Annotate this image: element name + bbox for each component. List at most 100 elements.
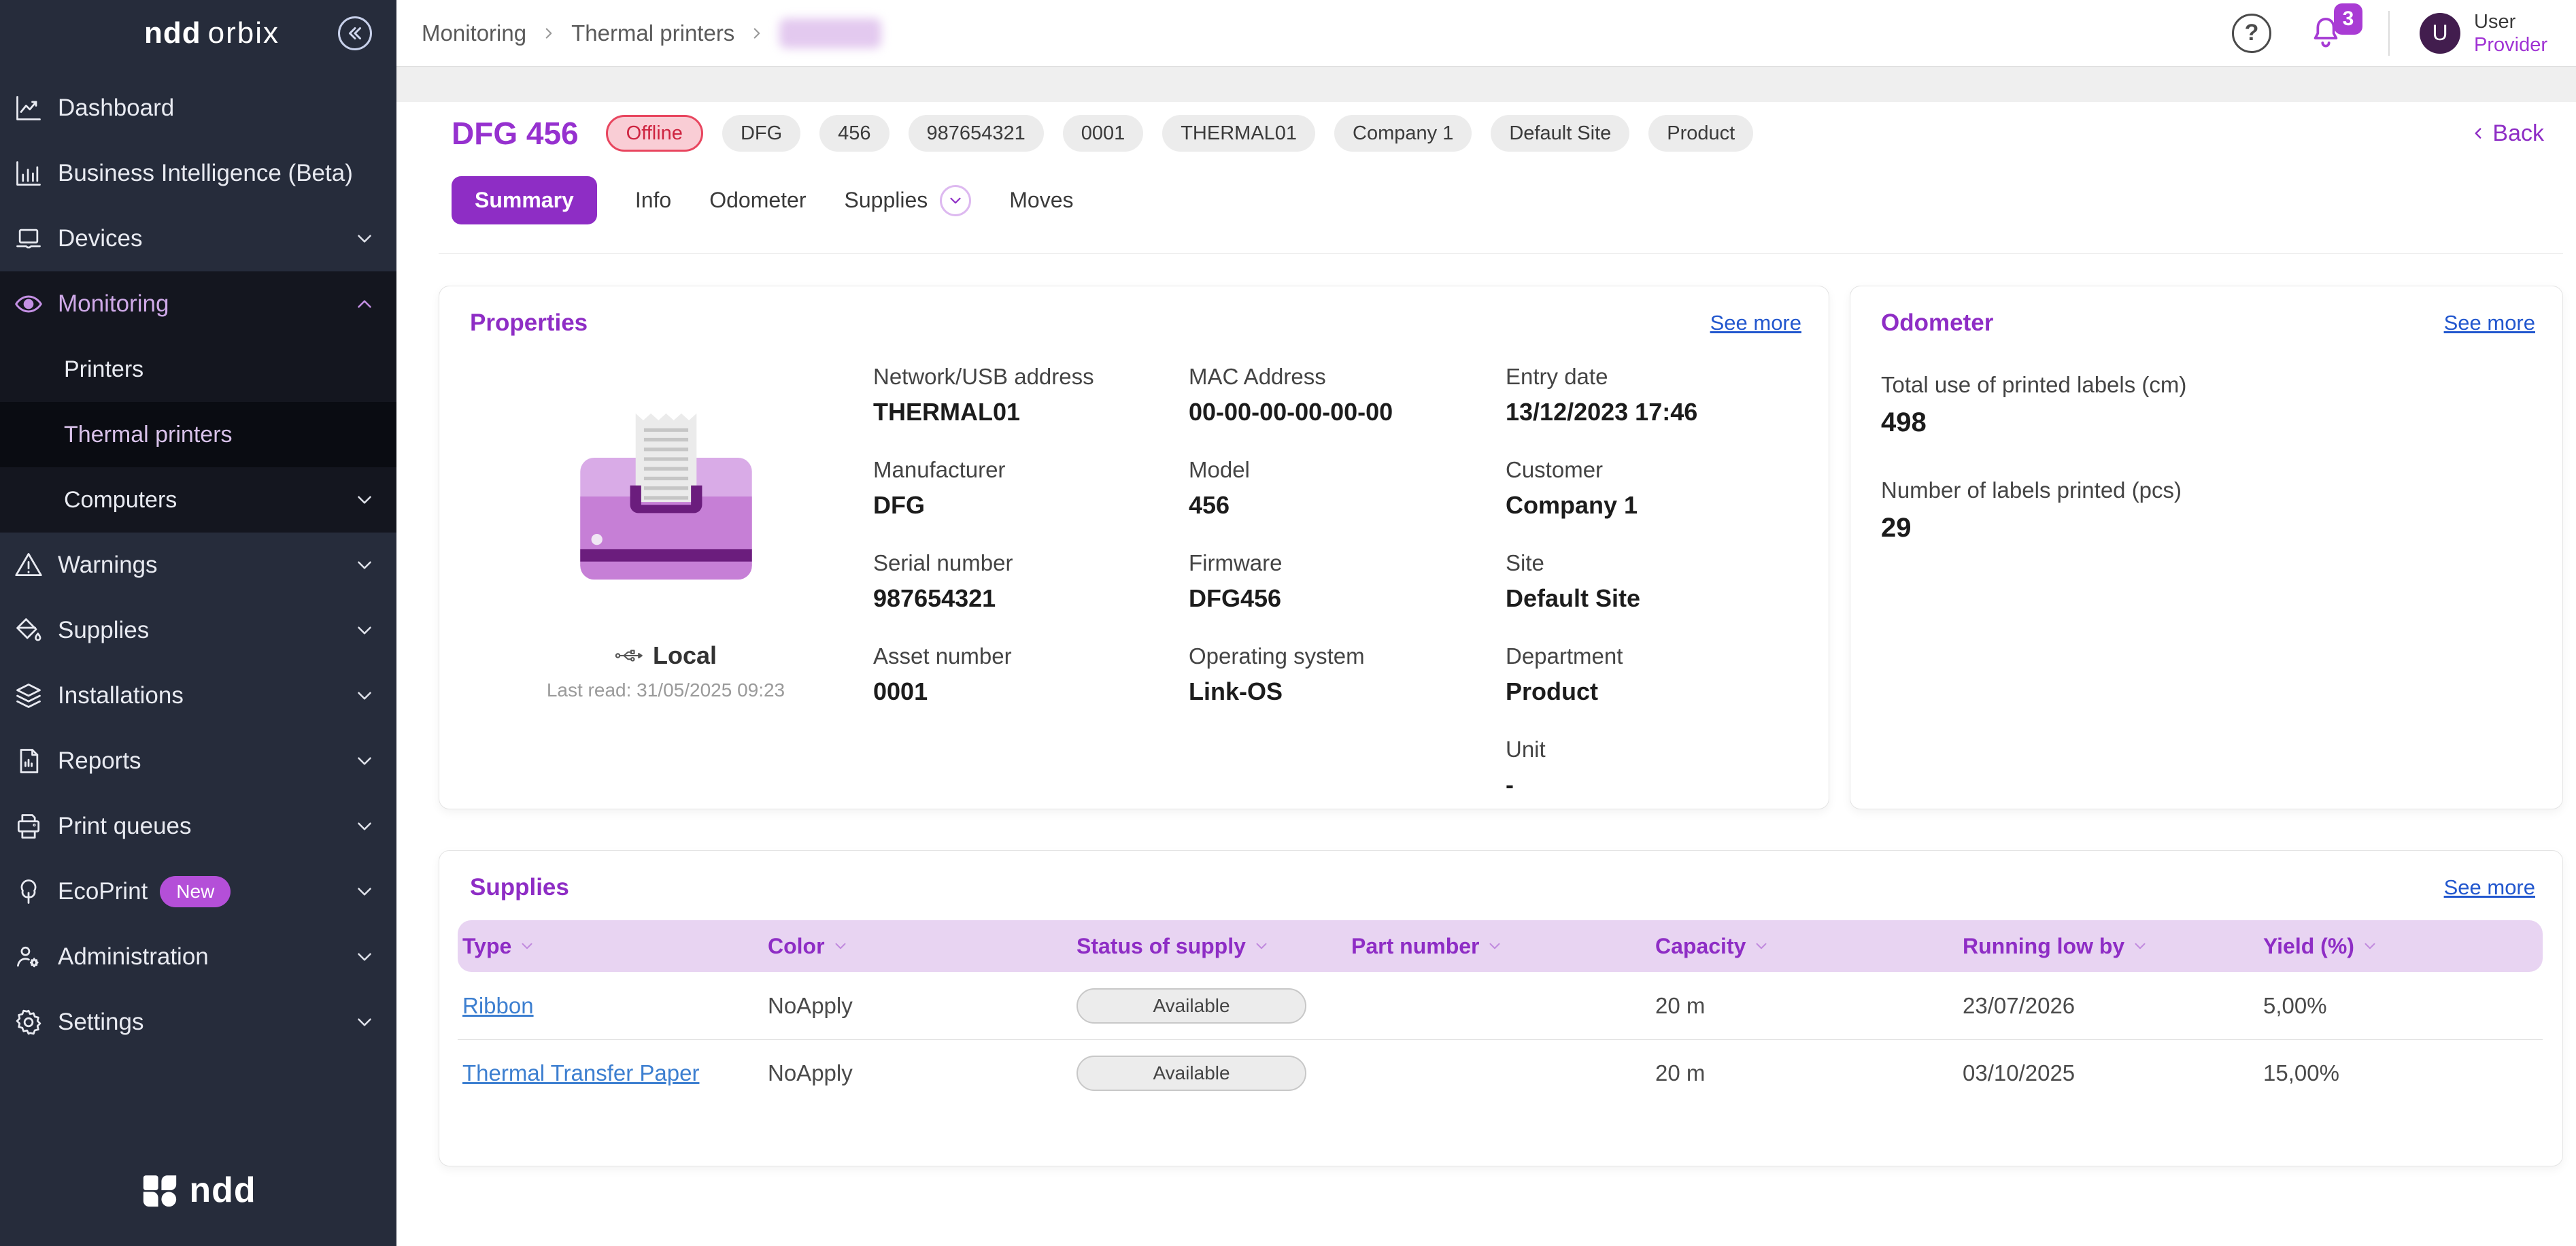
sidebar-item-printers[interactable]: Printers bbox=[0, 337, 396, 402]
chevron-down-icon bbox=[353, 554, 376, 577]
sidebar-item-label: Devices bbox=[58, 225, 142, 252]
column-label: Running low by bbox=[1963, 934, 2124, 959]
column-header-type[interactable]: Type bbox=[462, 934, 768, 959]
usb-icon bbox=[615, 645, 643, 666]
sidebar-item-business-intelligence[interactable]: Business Intelligence (Beta) bbox=[0, 141, 396, 206]
sidebar-item-label: Print queues bbox=[58, 813, 192, 840]
sidebar-item-ecoprint[interactable]: EcoPrint New bbox=[0, 859, 396, 924]
field-value: Company 1 bbox=[1506, 491, 1815, 520]
field-label: Site bbox=[1506, 550, 1815, 576]
sidebar-item-supplies[interactable]: Supplies bbox=[0, 598, 396, 663]
tab-supplies[interactable]: Supplies bbox=[845, 185, 972, 216]
supply-running-low-by: 03/10/2025 bbox=[1963, 1060, 2263, 1086]
metric-label: Total use of printed labels (cm) bbox=[1881, 372, 2535, 398]
user-menu[interactable]: U User Provider bbox=[2420, 10, 2547, 56]
column-header-status[interactable]: Status of supply bbox=[1077, 934, 1351, 959]
sidebar-item-settings[interactable]: Settings bbox=[0, 990, 396, 1055]
field-label: Model bbox=[1189, 457, 1506, 483]
sidebar-item-label: Dashboard bbox=[58, 95, 174, 122]
column-header-color[interactable]: Color bbox=[768, 934, 1077, 959]
tab-info[interactable]: Info bbox=[635, 188, 671, 213]
sidebar-item-print-queues[interactable]: Print queues bbox=[0, 794, 396, 859]
tag-serial: 987654321 bbox=[909, 115, 1044, 152]
tab-label: Supplies bbox=[845, 188, 928, 213]
breadcrumb: Monitoring Thermal printers bbox=[422, 18, 881, 48]
odometer-card-header: Odometer See more bbox=[1850, 286, 2562, 337]
avatar: U bbox=[2420, 13, 2460, 54]
supply-status-badge: Available bbox=[1077, 1056, 1306, 1091]
field-operating-system: Operating system Link-OS bbox=[1189, 643, 1506, 706]
field-value: 987654321 bbox=[873, 584, 1189, 613]
sort-chevron-icon bbox=[832, 937, 849, 955]
sidebar-item-computers[interactable]: Computers bbox=[0, 467, 396, 533]
chevron-left-icon bbox=[2469, 124, 2487, 142]
back-button[interactable]: Back bbox=[2469, 120, 2544, 147]
metric-value: 29 bbox=[1881, 513, 2535, 543]
tab-moves[interactable]: Moves bbox=[1009, 188, 1073, 213]
sidebar-item-warnings[interactable]: Warnings bbox=[0, 533, 396, 598]
supplies-title: Supplies bbox=[470, 874, 569, 901]
supplies-table-header: Type Color Status of supply Part number bbox=[458, 920, 2543, 972]
page-content: DFG 456 Offline DFG 456 987654321 0001 T… bbox=[396, 102, 2576, 1246]
sidebar-item-label: Reports bbox=[58, 747, 141, 775]
sidebar-header: ndd orbix bbox=[0, 0, 396, 66]
sort-chevron-icon bbox=[1253, 937, 1270, 955]
help-button[interactable]: ? bbox=[2232, 14, 2271, 53]
sidebar-collapse-button[interactable] bbox=[338, 16, 372, 50]
sidebar-item-label: Thermal printers bbox=[64, 422, 233, 448]
field-label: Manufacturer bbox=[873, 457, 1189, 483]
supply-status-badge: Available bbox=[1077, 988, 1306, 1024]
laptop-icon bbox=[13, 223, 44, 254]
sort-chevron-icon bbox=[1486, 937, 1504, 955]
app-logo: ndd orbix bbox=[144, 16, 279, 50]
sidebar-item-administration[interactable]: Administration bbox=[0, 924, 396, 990]
sidebar-item-thermal-printers[interactable]: Thermal printers bbox=[0, 402, 396, 467]
field-firmware: Firmware DFG456 bbox=[1189, 550, 1506, 613]
supplies-card: Supplies See more Type Color Status of s… bbox=[439, 850, 2563, 1166]
tag-asset: 0001 bbox=[1063, 115, 1144, 152]
sidebar-item-label: Supplies bbox=[58, 617, 149, 644]
sort-chevron-icon bbox=[2131, 937, 2149, 955]
tab-summary[interactable]: Summary bbox=[452, 176, 597, 224]
breadcrumb-thermal-printers[interactable]: Thermal printers bbox=[571, 20, 734, 46]
page-title: DFG 456 bbox=[452, 115, 579, 152]
sidebar-item-label: Business Intelligence (Beta) bbox=[58, 160, 353, 187]
column-header-capacity[interactable]: Capacity bbox=[1655, 934, 1963, 959]
field-value: Link-OS bbox=[1189, 677, 1506, 706]
field-value: 00-00-00-00-00-00 bbox=[1189, 398, 1506, 426]
supplies-see-more-link[interactable]: See more bbox=[2444, 875, 2535, 900]
odometer-see-more-link[interactable]: See more bbox=[2444, 311, 2535, 335]
field-model: Model 456 bbox=[1189, 457, 1506, 520]
field-value: Default Site bbox=[1506, 584, 1815, 613]
sidebar-item-dashboard[interactable]: Dashboard bbox=[0, 75, 396, 141]
sidebar-group-monitoring: Monitoring Printers Thermal printers Com… bbox=[0, 271, 396, 533]
tag-model: 456 bbox=[819, 115, 889, 152]
sidebar-item-devices[interactable]: Devices bbox=[0, 206, 396, 271]
supplies-dropdown-button[interactable] bbox=[940, 185, 971, 216]
properties-see-more-link[interactable]: See more bbox=[1710, 311, 1801, 335]
column-header-running-low-by[interactable]: Running low by bbox=[1963, 934, 2263, 959]
sidebar-item-installations[interactable]: Installations bbox=[0, 663, 396, 728]
column-header-yield[interactable]: Yield (%) bbox=[2263, 934, 2543, 959]
sidebar-item-monitoring[interactable]: Monitoring bbox=[0, 271, 396, 337]
tag-address: THERMAL01 bbox=[1162, 115, 1315, 152]
chevron-down-icon bbox=[353, 1011, 376, 1034]
tab-odometer[interactable]: Odometer bbox=[709, 188, 806, 213]
field-entry-date: Entry date 13/12/2023 17:46 bbox=[1506, 364, 1815, 426]
breadcrumb-monitoring[interactable]: Monitoring bbox=[422, 20, 526, 46]
chevron-down-icon bbox=[353, 488, 376, 511]
field-label: Network/USB address bbox=[873, 364, 1189, 390]
notifications-button[interactable]: 3 bbox=[2307, 14, 2345, 52]
column-label: Part number bbox=[1351, 934, 1479, 959]
report-document-icon bbox=[13, 745, 44, 777]
supply-type-link[interactable]: Thermal Transfer Paper bbox=[462, 1060, 699, 1085]
column-header-part-number[interactable]: Part number bbox=[1351, 934, 1655, 959]
field-value: 0001 bbox=[873, 677, 1189, 706]
supplies-table: Type Color Status of supply Part number bbox=[458, 920, 2543, 1107]
sidebar-item-reports[interactable]: Reports bbox=[0, 728, 396, 794]
back-label: Back bbox=[2492, 120, 2544, 147]
topbar-separator-band bbox=[396, 66, 2576, 102]
column-label: Capacity bbox=[1655, 934, 1746, 959]
field-customer: Customer Company 1 bbox=[1506, 457, 1815, 520]
supply-type-link[interactable]: Ribbon bbox=[462, 993, 534, 1018]
